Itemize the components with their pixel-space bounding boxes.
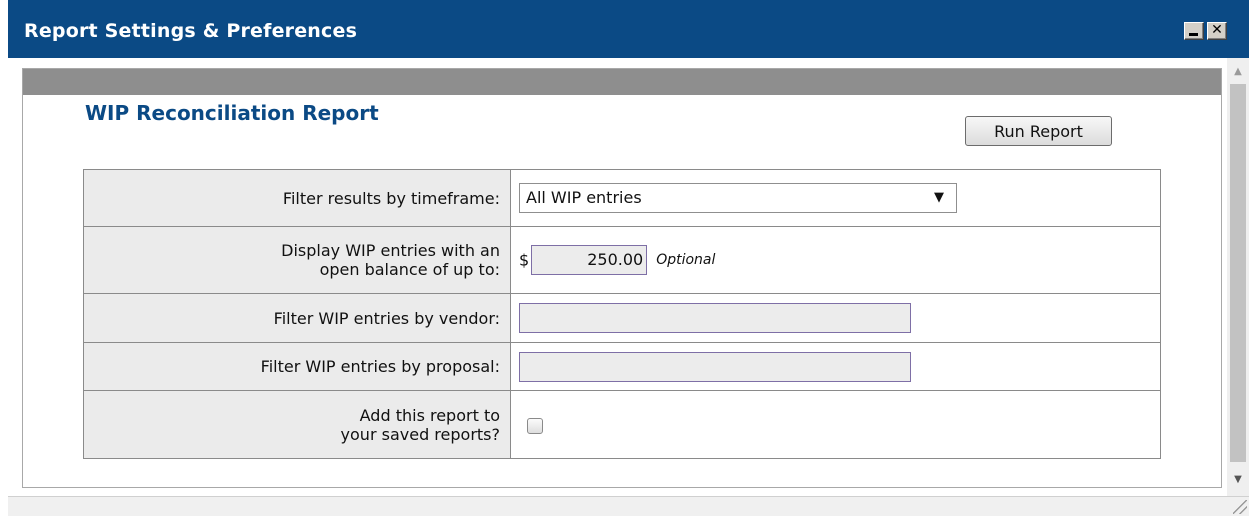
save-report-checkbox[interactable] <box>527 417 543 434</box>
proposal-input[interactable] <box>519 351 911 382</box>
table-row: Add this report to your saved reports? <box>83 390 1161 459</box>
vertical-scrollbar[interactable]: ▲ ▼ <box>1227 58 1249 498</box>
scrollbar-thumb[interactable] <box>1230 84 1246 462</box>
scroll-down-icon[interactable]: ▼ <box>1227 470 1249 490</box>
close-icon[interactable]: ✕ <box>1207 22 1227 40</box>
vendor-input[interactable] <box>519 303 911 333</box>
proposal-label: Filter WIP entries by proposal: <box>83 342 511 391</box>
window-title: Report Settings & Preferences <box>24 20 358 42</box>
optional-note: Optional <box>656 252 716 268</box>
window-titlebar[interactable]: Report Settings & Preferences ✕ <box>8 0 1249 58</box>
timeframe-selected-value: All WIP entries <box>526 188 642 207</box>
table-row: Filter WIP entries by vendor: <box>83 293 1161 343</box>
table-row: Filter WIP entries by proposal: <box>83 342 1161 391</box>
table-row: Display WIP entries with an open balance… <box>83 226 1161 294</box>
content-header-band <box>23 69 1221 95</box>
balance-label: Display WIP entries with an open balance… <box>83 226 511 294</box>
dropdown-arrow-icon: ▼ <box>934 190 944 205</box>
run-report-button[interactable]: Run Report <box>965 116 1112 146</box>
save-report-label: Add this report to your saved reports? <box>83 390 511 459</box>
vendor-label: Filter WIP entries by vendor: <box>83 293 511 343</box>
window-status-bar <box>8 496 1249 516</box>
minimize-icon[interactable] <box>1184 22 1204 40</box>
resize-grip-icon[interactable] <box>1233 500 1247 514</box>
balance-amount-input[interactable]: 250.00 <box>531 245 648 275</box>
table-row: Filter results by timeframe: All WIP ent… <box>83 169 1161 227</box>
report-settings-window: Report Settings & Preferences ✕ WIP Reco… <box>8 0 1249 516</box>
scroll-up-icon[interactable]: ▲ <box>1227 62 1249 82</box>
report-content-panel: WIP Reconciliation Report Run Report Fil… <box>22 68 1222 488</box>
timeframe-select[interactable]: All WIP entries ▼ <box>519 183 957 213</box>
timeframe-label: Filter results by timeframe: <box>83 169 511 227</box>
report-title: WIP Reconciliation Report <box>85 101 379 125</box>
report-filters-table: Filter results by timeframe: All WIP ent… <box>83 169 1161 459</box>
currency-symbol: $ <box>519 250 530 270</box>
